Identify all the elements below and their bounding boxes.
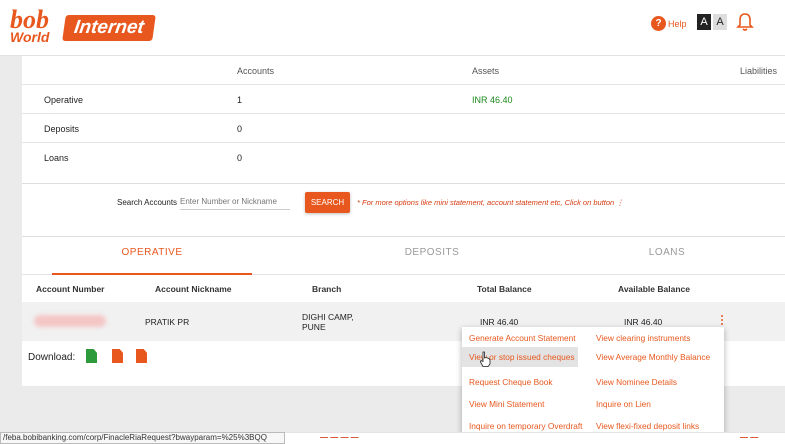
hand-cursor-icon	[480, 351, 491, 367]
top-header: bob World Internet ? Help A A	[0, 0, 785, 56]
status-bar-url: /feba.bobibanking.com/corp/FinacleRiaReq…	[0, 432, 285, 444]
summary-row-accounts: 0	[237, 124, 243, 134]
help-label[interactable]: Help	[668, 19, 687, 29]
summary-row: Deposits 0	[22, 114, 785, 143]
available-balance: INR 46.40	[624, 317, 663, 327]
bell-icon[interactable]	[736, 12, 754, 32]
menu-item-view-average-monthly-balance[interactable]: View Average Monthly Balance	[596, 352, 710, 362]
search-button[interactable]: SEARCH	[305, 192, 350, 213]
tab-operative[interactable]: OPERATIVE	[52, 247, 252, 258]
font-size-large-button[interactable]: A	[697, 14, 711, 30]
summary-header-accounts: Accounts	[237, 66, 275, 76]
footer-link[interactable]: — — — —	[320, 433, 359, 442]
summary-row: Loans 0	[22, 143, 785, 172]
summary-row-label: Operative	[44, 95, 84, 105]
branch-line-2: PUNE	[302, 322, 326, 332]
logo-internet-text: Internet	[62, 15, 156, 41]
summary-header-liabilities: Liabilities	[740, 66, 778, 76]
account-nickname: PRATIK PR	[145, 317, 190, 327]
branch-line-1: DIGHI CAMP,	[302, 312, 354, 322]
summary-row-accounts: 0	[237, 153, 243, 163]
summary-header-assets: Assets	[472, 66, 500, 76]
menu-item-request-cheque-book[interactable]: Request Cheque Book	[469, 377, 553, 387]
column-header-branch: Branch	[312, 284, 342, 294]
summary-row: Operative 1 INR 46.40	[22, 85, 785, 114]
menu-item-inquire-on-temporary-overdraft[interactable]: Inquire on temporary Overdraft	[469, 421, 582, 431]
column-header-available-balance: Available Balance	[618, 284, 690, 294]
column-header-account-number: Account Number	[36, 284, 105, 294]
file-icon[interactable]	[136, 349, 147, 363]
total-balance: INR 46.40	[480, 317, 519, 327]
font-size-small-button[interactable]: A	[713, 14, 727, 30]
branch-cell: DIGHI CAMP, PUNE	[302, 312, 354, 332]
search-label: Search Accounts	[117, 198, 178, 207]
summary-row-label: Loans	[44, 153, 69, 163]
pdf-icon[interactable]	[112, 349, 123, 363]
menu-item-view-nominee-details[interactable]: View Nominee Details	[596, 377, 677, 387]
search-note: * For more options like mini statement, …	[357, 198, 624, 207]
menu-item-view-flexi-fixed-deposit-links[interactable]: View flexi-fixed deposit links	[596, 421, 699, 431]
download-label: Download:	[28, 352, 76, 363]
column-header-account-nickname: Account Nickname	[155, 284, 232, 294]
menu-item-view-clearing-instruments[interactable]: View clearing instruments	[596, 333, 690, 343]
account-type-tabs: OPERATIVE DEPOSITS LOANS	[22, 237, 785, 275]
footer-link[interactable]: — —	[740, 433, 758, 442]
tab-loans[interactable]: LOANS	[582, 247, 752, 258]
account-number-redacted[interactable]	[34, 315, 106, 327]
search-section: Search Accounts SEARCH * For more option…	[22, 183, 785, 237]
column-header-total-balance: Total Balance	[477, 284, 532, 294]
menu-item-inquire-on-lien[interactable]: Inquire on Lien	[596, 399, 651, 409]
tab-deposits[interactable]: DEPOSITS	[332, 247, 532, 258]
summary-row-label: Deposits	[44, 124, 80, 134]
account-actions-menu: Generate Account Statement View clearing…	[462, 327, 724, 438]
summary-header-row: Accounts Assets Liabilities	[22, 56, 785, 85]
excel-icon[interactable]	[86, 349, 97, 363]
summary-row-assets: INR 46.40	[472, 95, 513, 105]
accounts-table-header: Account Number Account Nickname Branch T…	[22, 275, 785, 302]
summary-row-accounts: 1	[237, 95, 243, 105]
logo-world-text: World	[10, 29, 50, 45]
menu-item-view-mini-statement[interactable]: View Mini Statement	[469, 399, 544, 409]
help-icon[interactable]: ?	[651, 16, 666, 31]
search-input[interactable]	[180, 194, 290, 210]
menu-item-generate-account-statement[interactable]: Generate Account Statement	[469, 333, 576, 343]
